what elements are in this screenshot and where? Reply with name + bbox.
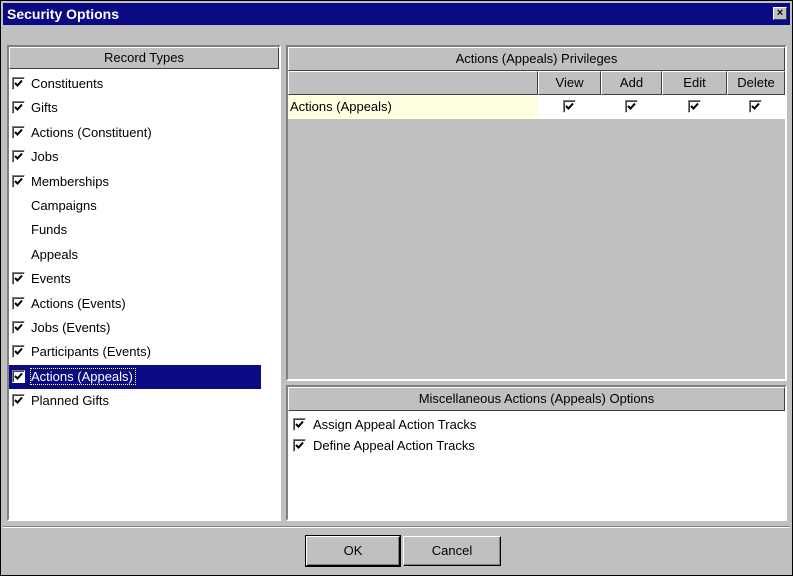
record-type-checkbox[interactable] (12, 125, 25, 139)
privilege-row-label[interactable]: Actions (Appeals) (288, 95, 538, 119)
record-type-checkbox[interactable] (12, 272, 25, 286)
record-type-item[interactable]: Appeals (9, 243, 261, 267)
privilege-checkbox-delete[interactable] (749, 100, 762, 113)
misc-option-checkbox[interactable] (293, 418, 306, 431)
ok-button[interactable]: OK (305, 535, 401, 567)
close-button[interactable]: × (773, 7, 787, 20)
record-type-checkbox[interactable] (12, 77, 25, 90)
record-type-label: Gifts (31, 100, 58, 116)
record-type-label: Actions (Appeals) (30, 367, 136, 385)
privilege-column-add[interactable]: Add (601, 71, 662, 95)
security-options-dialog: Security Options × Record Types Constitu… (0, 0, 793, 576)
privilege-checkbox-view[interactable] (563, 100, 576, 113)
record-type-checkbox[interactable] (12, 369, 25, 383)
misc-option-label: Assign Appeal Action Tracks (313, 417, 477, 432)
record-type-label: Campaigns (31, 198, 97, 213)
record-type-label: Participants (Events) (31, 344, 151, 360)
misc-option-label: Define Appeal Action Tracks (313, 438, 475, 453)
record-type-checkbox[interactable] (12, 101, 25, 115)
record-type-label: Planned Gifts (31, 393, 110, 409)
footer-separator (3, 526, 790, 528)
record-type-label: Jobs (Events) (31, 320, 111, 335)
privilege-column-view[interactable]: View (538, 71, 601, 95)
window-title: Security Options (7, 6, 120, 22)
privilege-column-edit[interactable]: Edit (662, 71, 727, 95)
record-type-item[interactable]: Campaigns (9, 194, 261, 218)
record-type-checkbox[interactable] (12, 174, 25, 188)
record-type-checkbox[interactable] (12, 345, 25, 359)
record-type-checkbox[interactable] (12, 394, 25, 408)
record-type-checkbox[interactable] (12, 296, 25, 310)
record-type-label: Funds (31, 222, 68, 238)
record-type-item[interactable]: Participants (Events) (9, 340, 261, 364)
title-bar[interactable]: Security Options × (3, 3, 790, 25)
privilege-column-delete[interactable]: Delete (727, 71, 785, 95)
record-type-checkbox[interactable] (12, 150, 25, 164)
privileges-row-header-cell (288, 71, 538, 95)
close-icon: × (776, 7, 784, 19)
record-type-label: Actions (Constituent) (31, 124, 152, 140)
record-type-item[interactable]: Actions (Constituent) (9, 121, 261, 145)
privilege-cell-add (601, 95, 662, 119)
record-type-label: Actions (Events) (31, 295, 126, 311)
record-type-label: Appeals (31, 246, 78, 262)
record-type-label: Memberships (31, 173, 110, 189)
record-types-list: Constituents Gifts Actions (Constituent) Jo… (9, 76, 279, 519)
record-type-item[interactable]: Gifts (9, 96, 261, 120)
privilege-cell-delete (727, 95, 785, 119)
privilege-cell-view (538, 95, 601, 119)
record-type-item[interactable]: Funds (9, 218, 261, 242)
privilege-cell-edit (662, 95, 727, 119)
record-type-label: Events (31, 271, 71, 287)
record-type-item[interactable]: Events (9, 267, 261, 291)
record-type-item[interactable]: Planned Gifts (9, 389, 261, 413)
record-type-item[interactable]: Jobs (9, 145, 261, 169)
record-type-item[interactable]: Jobs (Events) (9, 316, 261, 340)
record-types-header[interactable]: Record Types (9, 47, 279, 69)
record-type-item[interactable]: Actions (Events) (9, 292, 261, 316)
record-type-checkbox[interactable] (12, 321, 25, 334)
record-type-label: Constituents (31, 76, 104, 91)
record-type-item[interactable]: Constituents (9, 72, 261, 96)
record-type-item[interactable]: Actions (Appeals) (9, 364, 261, 389)
record-type-label: Jobs (31, 149, 59, 165)
misc-option-checkbox[interactable] (293, 439, 306, 452)
misc-options-header[interactable]: Miscellaneous Actions (Appeals) Options (288, 387, 785, 411)
privilege-checkbox-add[interactable] (625, 100, 638, 113)
record-type-item[interactable]: Memberships (9, 170, 261, 194)
misc-options-list: Assign Appeal Action Tracks Define Appeal… (289, 415, 779, 515)
privilege-checkbox-edit[interactable] (688, 100, 701, 113)
cancel-button[interactable]: Cancel (403, 536, 501, 566)
privileges-header[interactable]: Actions (Appeals) Privileges (288, 47, 785, 71)
